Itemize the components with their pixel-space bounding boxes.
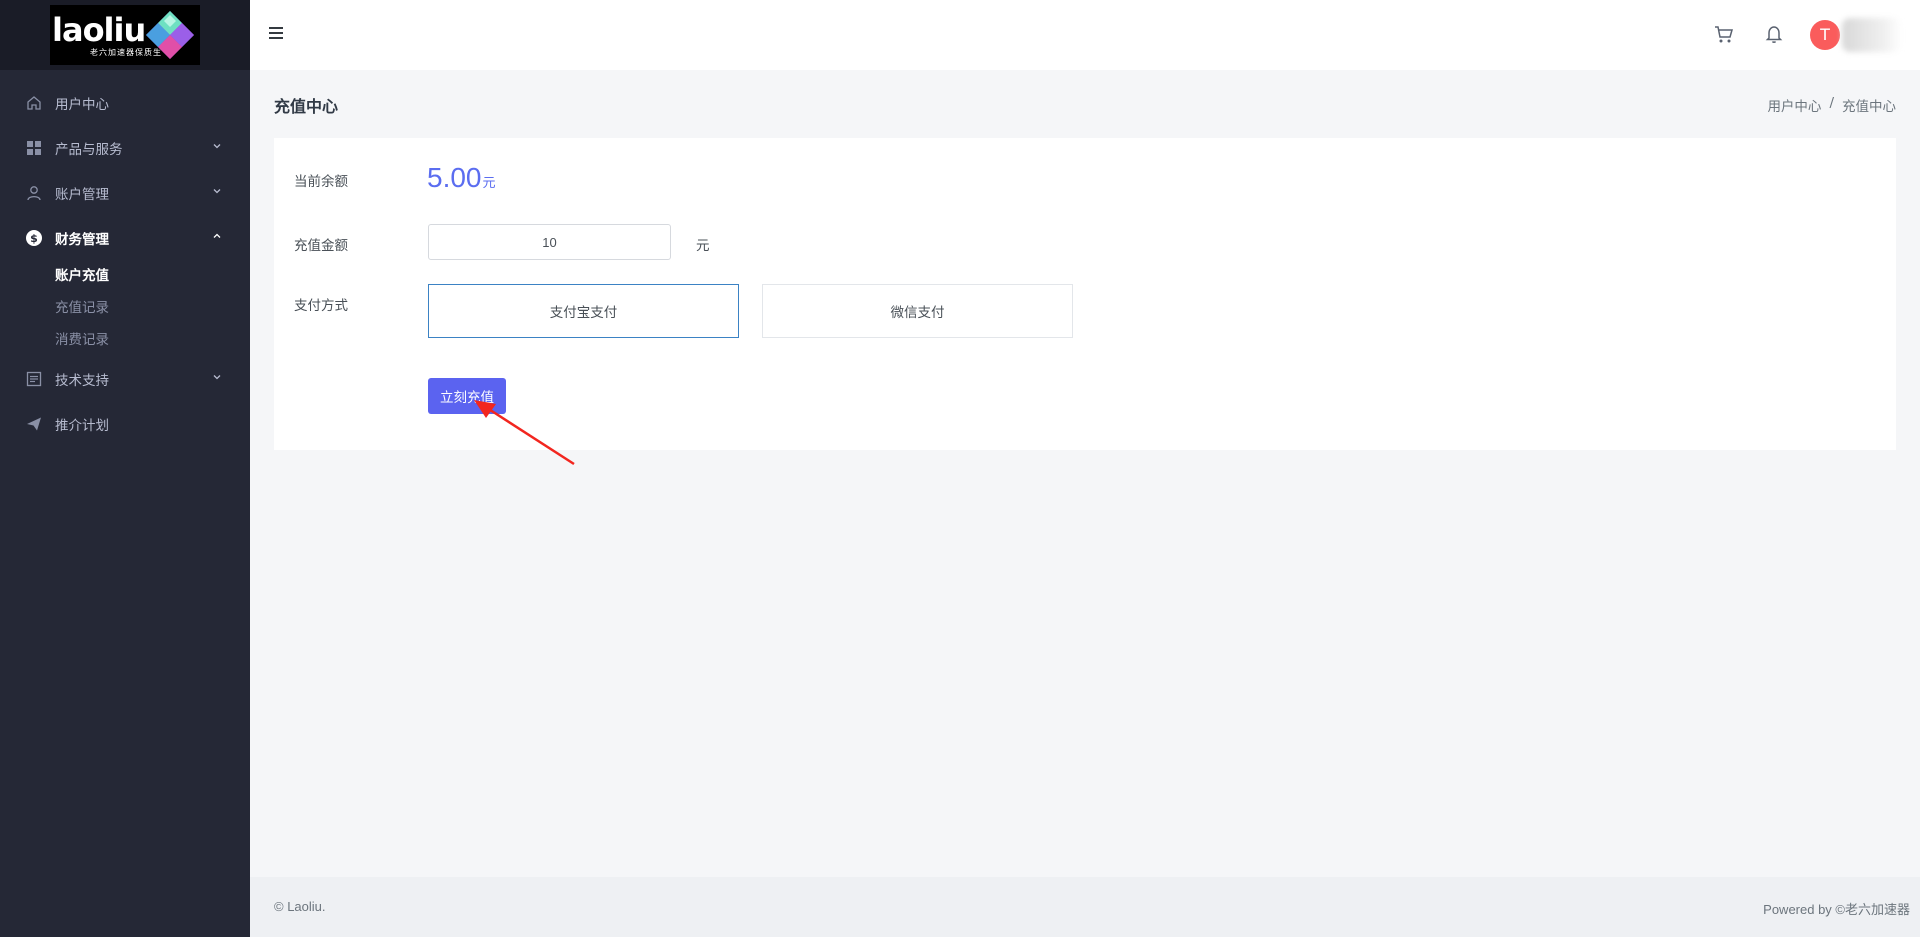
balance-amount: 5.00 <box>427 162 482 193</box>
dollar-icon: $ <box>25 229 43 247</box>
sidebar-item-finance[interactable]: $ 财务管理 <box>0 215 250 260</box>
avatar[interactable]: T <box>1810 20 1840 50</box>
powered-by-text: Powered by ©老六加速器 <box>1763 902 1910 917</box>
sidebar-item-label: 产品与服务 <box>55 141 123 158</box>
sidebar-subitem-recharge-records[interactable]: 充值记录 <box>55 292 250 324</box>
recharge-now-button[interactable]: 立刻充值 <box>428 378 506 414</box>
sidebar-nav: 用户中心 产品与服务 账户管理 $ 财务管理 账户充值 充值记录 消费记录 技术… <box>0 70 250 446</box>
username-blurred[interactable] <box>1842 18 1902 52</box>
bell-icon[interactable] <box>1762 22 1786 46</box>
sidebar-item-account[interactable]: 账户管理 <box>0 170 250 215</box>
logo-gem-icon <box>146 11 194 59</box>
logo-text: laoliu <box>52 10 146 49</box>
recharge-card: 当前余额 5.00元 充值金额 元 支付方式 支付宝支付 微信支付 立刻充值 <box>274 138 1896 450</box>
balance-label: 当前余额 <box>294 174 348 190</box>
sidebar-subitem-consumption-records[interactable]: 消费记录 <box>55 324 250 356</box>
finance-submenu: 账户充值 充值记录 消费记录 <box>0 260 250 356</box>
balance-value: 5.00元 <box>427 162 496 194</box>
page-title: 充值中心 <box>274 97 339 116</box>
sidebar-item-products[interactable]: 产品与服务 <box>0 125 250 170</box>
sidebar-subitem-recharge[interactable]: 账户充值 <box>55 260 250 292</box>
breadcrumb: 用户中心 / 充值中心 <box>1767 95 1896 115</box>
breadcrumb-home-link[interactable]: 用户中心 <box>1767 95 1821 115</box>
amount-input[interactable] <box>428 224 671 260</box>
svg-text:$: $ <box>30 232 38 245</box>
send-icon <box>25 415 43 433</box>
payment-option-alipay[interactable]: 支付宝支付 <box>428 284 739 338</box>
chevron-down-icon <box>213 189 221 194</box>
user-icon <box>25 184 43 202</box>
sidebar-item-label: 财务管理 <box>55 231 109 248</box>
logo[interactable]: laoliu 老六加速器保质生 <box>50 5 200 65</box>
chevron-up-icon <box>213 233 221 238</box>
home-icon <box>25 94 43 112</box>
payment-option-wechat[interactable]: 微信支付 <box>762 284 1073 338</box>
cart-icon[interactable] <box>1712 22 1736 46</box>
chevron-down-icon <box>213 144 221 149</box>
breadcrumb-current: 充值中心 <box>1842 99 1896 115</box>
breadcrumb-separator: / <box>1829 95 1834 111</box>
sidebar-item-label: 技术支持 <box>55 372 109 389</box>
logo-area[interactable]: laoliu 老六加速器保质生 <box>0 0 250 70</box>
sidebar-item-label: 用户中心 <box>55 96 109 113</box>
amount-unit: 元 <box>696 238 710 254</box>
document-icon <box>25 370 43 388</box>
sidebar-item-user-center[interactable]: 用户中心 <box>0 80 250 125</box>
copyright-text: © Laoliu. <box>274 899 326 914</box>
sidebar-item-label: 账户管理 <box>55 186 109 203</box>
balance-unit: 元 <box>482 175 496 190</box>
menu-toggle-icon[interactable] <box>268 25 284 41</box>
grid-icon <box>25 139 43 157</box>
topbar: T <box>250 0 1920 70</box>
payment-method-label: 支付方式 <box>294 298 348 314</box>
chevron-down-icon <box>213 375 221 380</box>
sidebar: laoliu 老六加速器保质生 用户中心 产品与服务 账户管理 $ 财务管理 账… <box>0 0 250 937</box>
sidebar-item-referral[interactable]: 推介计划 <box>0 401 250 446</box>
amount-label: 充值金额 <box>294 238 348 254</box>
footer: © Laoliu. Powered by ©老六加速器 <box>250 877 1920 937</box>
sidebar-item-support[interactable]: 技术支持 <box>0 356 250 401</box>
sidebar-item-label: 推介计划 <box>55 417 109 434</box>
